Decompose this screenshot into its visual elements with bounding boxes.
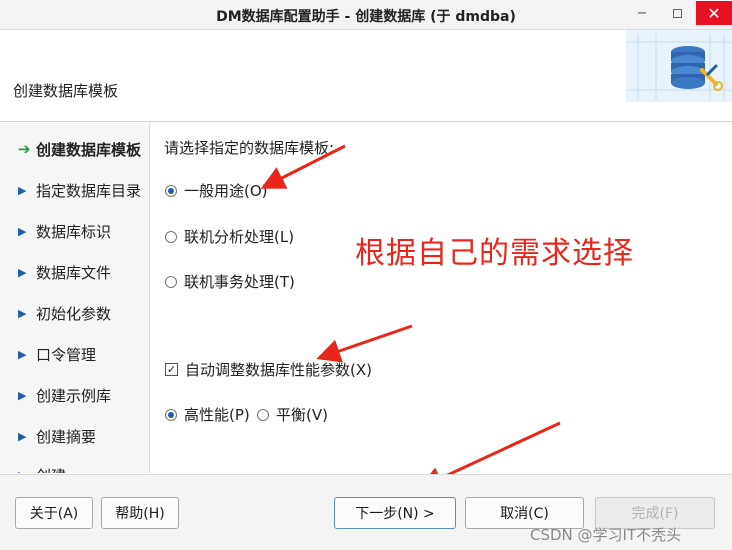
step-label: 数据库文件 bbox=[36, 263, 112, 282]
current-step-arrow-icon: ➔ bbox=[18, 140, 31, 158]
triangle-right-icon: ▶ bbox=[18, 388, 27, 402]
step-label: 创建示例库 bbox=[36, 386, 112, 405]
radio-label: 平衡(V) bbox=[276, 406, 328, 424]
step-create[interactable]: ▶ 创建 bbox=[18, 463, 66, 474]
radio-label: 联机事务处理(T) bbox=[184, 273, 295, 291]
radio-unselected-icon bbox=[165, 230, 177, 243]
wizard-header: 创建数据库模板 bbox=[0, 30, 732, 122]
triangle-right-icon: ▶ bbox=[18, 429, 27, 443]
step-label: 数据库标识 bbox=[36, 222, 112, 241]
step-summary[interactable]: ▶ 创建摘要 bbox=[18, 424, 96, 448]
step-db-identity[interactable]: ▶ 数据库标识 bbox=[18, 219, 111, 243]
step-label: 创建数据库模板 bbox=[36, 140, 142, 159]
step-label: 口令管理 bbox=[36, 345, 97, 364]
step-label: 创建摘要 bbox=[36, 427, 97, 446]
annotation-text: 根据自己的需求选择 bbox=[355, 236, 634, 271]
template-general-radio[interactable]: 一般用途(O) bbox=[165, 180, 268, 201]
maximize-button[interactable] bbox=[660, 1, 694, 25]
watermark: CSDN @学习IT不秃头 bbox=[530, 526, 682, 544]
next-button[interactable]: 下一步(N) > bbox=[334, 497, 456, 529]
maximize-icon bbox=[672, 8, 682, 18]
step-sample-db[interactable]: ▶ 创建示例库 bbox=[18, 383, 111, 407]
radio-selected-icon bbox=[165, 184, 177, 197]
step-db-directory[interactable]: ▶ 指定数据库目录 bbox=[18, 178, 141, 202]
template-oltp-radio[interactable]: 联机事务处理(T) bbox=[165, 271, 295, 292]
step-label: 指定数据库目录 bbox=[36, 181, 142, 200]
close-button[interactable]: ✕ bbox=[696, 1, 732, 25]
checkbox-label: 自动调整数据库性能参数(X) bbox=[185, 361, 372, 379]
template-panel: 请选择指定的数据库模板: 一般用途(O) 联机分析处理(L) 联机事务处理(T)… bbox=[151, 123, 732, 473]
window-titlebar: DM数据库配置助手 - 创建数据库 (于 dmdba) − ✕ bbox=[0, 0, 732, 30]
template-olap-radio[interactable]: 联机分析处理(L) bbox=[165, 226, 294, 247]
radio-label: 高性能(P) bbox=[184, 406, 250, 424]
step-db-files[interactable]: ▶ 数据库文件 bbox=[18, 260, 111, 284]
wizard-steps-sidebar: ➔ 创建数据库模板 ▶ 指定数据库目录 ▶ 数据库标识 ▶ 数据库文件 ▶ 初始… bbox=[0, 123, 150, 473]
auto-tune-checkbox[interactable]: ✓ 自动调整数据库性能参数(X) bbox=[165, 359, 372, 380]
step-create-template[interactable]: ➔ 创建数据库模板 bbox=[18, 137, 141, 161]
about-button[interactable]: 关于(A) bbox=[15, 497, 93, 529]
page-title: 创建数据库模板 bbox=[13, 82, 119, 100]
window-title: DM数据库配置助手 - 创建数据库 (于 dmdba) bbox=[216, 9, 516, 25]
triangle-right-icon: ▶ bbox=[18, 469, 36, 474]
radio-label: 一般用途(O) bbox=[184, 182, 268, 200]
triangle-right-icon: ▶ bbox=[18, 265, 27, 279]
triangle-right-icon: ▶ bbox=[18, 306, 27, 320]
step-label: 初始化参数 bbox=[36, 304, 112, 323]
performance-high-radio[interactable]: 高性能(P) bbox=[165, 404, 250, 425]
minimize-button[interactable]: − bbox=[625, 1, 659, 25]
performance-balanced-radio[interactable]: 平衡(V) bbox=[257, 404, 328, 425]
template-prompt: 请选择指定的数据库模板: bbox=[164, 139, 335, 157]
step-init-params[interactable]: ▶ 初始化参数 bbox=[18, 301, 111, 325]
triangle-right-icon: ▶ bbox=[18, 183, 27, 197]
checkbox-checked-icon: ✓ bbox=[165, 363, 178, 376]
step-label: 创建 bbox=[36, 465, 66, 474]
help-button[interactable]: 帮助(H) bbox=[101, 497, 179, 529]
database-wrench-icon bbox=[626, 30, 732, 102]
triangle-right-icon: ▶ bbox=[18, 224, 27, 238]
radio-unselected-icon bbox=[257, 408, 269, 421]
radio-unselected-icon bbox=[165, 275, 177, 288]
triangle-right-icon: ▶ bbox=[18, 347, 27, 361]
step-password[interactable]: ▶ 口令管理 bbox=[18, 342, 96, 366]
radio-label: 联机分析处理(L) bbox=[184, 228, 295, 246]
radio-selected-icon bbox=[165, 408, 177, 421]
